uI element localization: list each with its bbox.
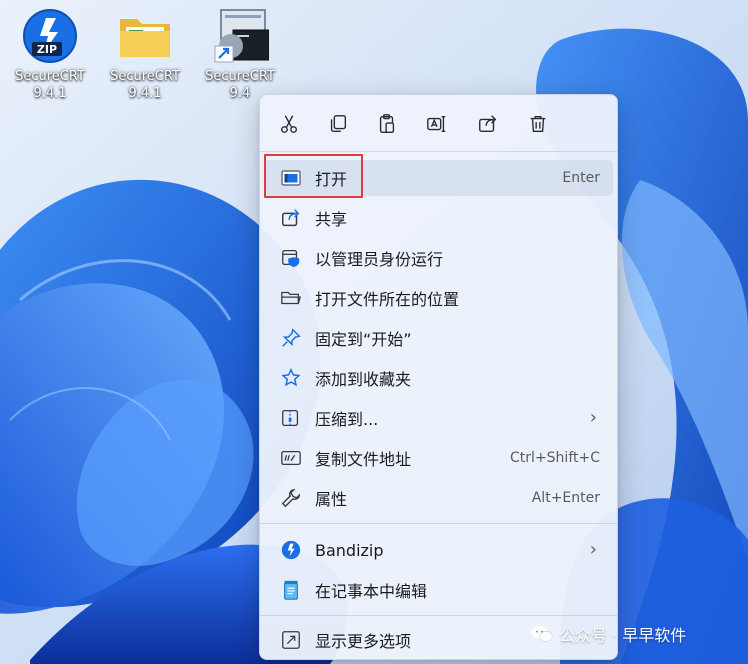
copy-button[interactable] (321, 107, 355, 141)
delete-icon (530, 115, 546, 133)
separator (260, 523, 617, 524)
menu-item-pin-to-start[interactable]: 固定到“开始” (264, 320, 613, 356)
desktop-icon-securecrt-zip[interactable]: ZIP SecureCRT 9.4.1 (6, 6, 94, 110)
menu-item-label: 共享 (315, 210, 348, 229)
compress-icon (280, 407, 302, 429)
menu-item-edit-in-notepad[interactable]: 在记事本中编辑 (264, 572, 613, 608)
menu-item-label: 添加到收藏夹 (315, 370, 412, 389)
menu-item-shortcut: Enter (562, 170, 600, 186)
svg-text:ZIP: ZIP (37, 43, 57, 56)
share-icon (280, 207, 302, 229)
rename-button[interactable] (420, 107, 454, 141)
menu-item-open-file-location[interactable]: 打开文件所在的位置 (264, 280, 613, 316)
submenu-arrow-icon: › (589, 539, 597, 560)
delete-button[interactable] (521, 107, 555, 141)
menu-item-bandizip[interactable]: Bandizip › (264, 532, 613, 568)
cut-icon (280, 115, 298, 133)
star-icon (280, 367, 302, 389)
menu-item-copy-path[interactable]: 复制文件地址 Ctrl+Shift+C (264, 440, 613, 476)
context-menu-toolbar (260, 95, 617, 151)
desktop-icon-securecrt-folder[interactable]: SecureCRT 9.4.1 (101, 6, 189, 110)
separator (260, 151, 617, 152)
desktop-icon-label: SecureCRT 9.4.1 (110, 69, 180, 101)
copy-path-icon (280, 447, 302, 469)
paste-icon (379, 114, 395, 133)
menu-item-share[interactable]: 共享 (264, 200, 613, 236)
admin-shield-icon (280, 247, 302, 269)
menu-item-run-as-admin[interactable]: 以管理员身份运行 (264, 240, 613, 276)
menu-item-label: 打开文件所在的位置 (315, 290, 460, 309)
watermark: 公众号 · 早早软件 (531, 622, 686, 646)
menu-item-label: 以管理员身份运行 (315, 250, 444, 269)
highlight-box (264, 154, 363, 198)
menu-item-shortcut: Alt+Enter (531, 490, 600, 506)
menu-item-label: 固定到“开始” (315, 330, 412, 349)
bandizip-icon (280, 539, 302, 561)
share-icon (479, 115, 497, 133)
menu-item-label: Bandizip (315, 540, 384, 560)
menu-item-compress-to[interactable]: 压缩到... › (264, 400, 613, 436)
pin-icon (280, 327, 302, 349)
menu-item-shortcut: Ctrl+Shift+C (510, 450, 600, 466)
copy-icon (330, 115, 347, 133)
notepad-icon (280, 579, 302, 601)
wrench-icon (280, 487, 302, 509)
wechat-icon (531, 626, 553, 642)
paste-button[interactable] (370, 107, 404, 141)
desktop-icon-label: SecureCRT 9.4.1 (15, 69, 85, 101)
menu-item-label: 在记事本中编辑 (315, 582, 428, 601)
cut-button[interactable] (272, 107, 306, 141)
more-options-icon (280, 629, 302, 651)
securecrt-shortcut-icon (214, 9, 269, 63)
folder-icon (120, 19, 170, 57)
menu-item-add-to-favorites[interactable]: 添加到收藏夹 (264, 360, 613, 396)
zip-archive-icon: ZIP (23, 9, 77, 63)
watermark-text: 公众号 · 早早软件 (559, 626, 687, 645)
menu-item-label: 属性 (315, 490, 348, 509)
menu-item-label: 压缩到... (315, 410, 379, 429)
rename-icon (427, 115, 446, 133)
share-button[interactable] (471, 107, 505, 141)
submenu-arrow-icon: › (589, 407, 597, 428)
menu-item-properties[interactable]: 属性 Alt+Enter (264, 480, 613, 516)
folder-open-icon (280, 287, 302, 309)
separator (260, 615, 617, 616)
menu-item-label: 复制文件地址 (315, 450, 412, 469)
